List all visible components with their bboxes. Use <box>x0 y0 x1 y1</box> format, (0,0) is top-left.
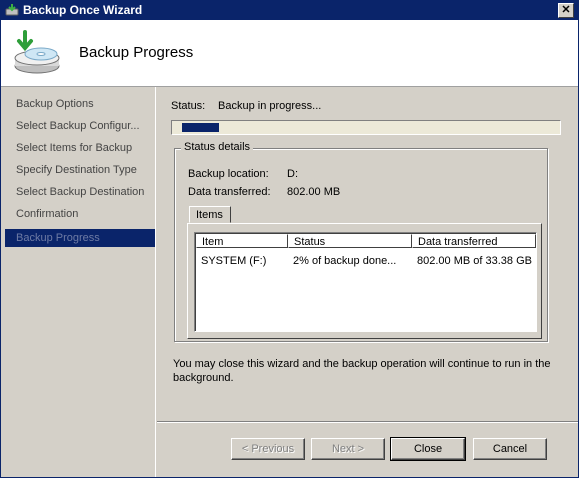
items-list-view[interactable]: Item Status Data transferred SYSTEM (F:)… <box>194 232 537 332</box>
backup-app-icon <box>5 4 19 16</box>
status-details-group: Status details Backup location: D: Data … <box>174 141 548 342</box>
backup-location-value: D: <box>287 168 298 180</box>
backup-location-label: Backup location: <box>188 168 269 180</box>
title-bar[interactable]: Backup Once Wizard ✕ <box>1 1 578 20</box>
close-button[interactable]: Close <box>390 437 466 461</box>
data-transferred-value: 802.00 MB <box>287 186 341 198</box>
window-title: Backup Once Wizard <box>23 3 143 17</box>
column-header-data-transferred[interactable]: Data transferred <box>412 234 536 248</box>
nav-item-backup-progress[interactable]: Backup Progress <box>5 229 155 247</box>
nav-item-confirmation[interactable]: Confirmation <box>5 205 155 223</box>
tab-items[interactable]: Items <box>189 206 231 223</box>
row-item-cell: SYSTEM (F:) <box>201 255 267 267</box>
status-details-legend: Status details <box>181 141 254 153</box>
page-title: Backup Progress <box>79 44 194 61</box>
row-status-cell: 2% of backup done... <box>293 255 397 267</box>
footer-divider <box>157 421 578 423</box>
status-label: Status: <box>171 100 206 112</box>
next-button[interactable]: Next > <box>311 438 385 460</box>
items-tab-panel: Item Status Data transferred SYSTEM (F:)… <box>187 223 542 339</box>
nav-item-specify-destination-type[interactable]: Specify Destination Type <box>5 161 155 179</box>
wizard-window: Backup Once Wizard ✕ Backup Progress Bac… <box>0 0 579 478</box>
wizard-steps-nav: Backup Options Select Backup Configur...… <box>1 87 156 477</box>
nav-item-backup-options[interactable]: Backup Options <box>5 95 155 113</box>
cancel-button[interactable]: Cancel <box>473 438 547 460</box>
data-transferred-label: Data transferred: <box>188 186 271 198</box>
column-header-status[interactable]: Status <box>288 234 412 248</box>
nav-item-select-backup-configuration[interactable]: Select Backup Configur... <box>5 117 155 135</box>
status-value: Backup in progress... <box>218 100 322 112</box>
row-transferred-cell: 802.00 MB of 33.38 GB <box>417 255 532 267</box>
progress-bar-fill <box>182 123 219 132</box>
wizard-header: Backup Progress <box>1 20 578 87</box>
column-header-item[interactable]: Item <box>196 234 288 248</box>
previous-button[interactable]: < Previous <box>231 438 305 460</box>
backup-progress-bar <box>171 120 561 135</box>
nav-item-select-backup-destination[interactable]: Select Backup Destination <box>5 183 155 201</box>
wizard-content: Status: Backup in progress... Status det… <box>157 87 578 421</box>
close-window-button[interactable]: ✕ <box>558 3 574 18</box>
backup-drive-icon <box>14 30 60 74</box>
nav-item-select-items-for-backup[interactable]: Select Items for Backup <box>5 139 155 157</box>
close-wizard-note: You may close this wizard and the backup… <box>173 358 551 384</box>
